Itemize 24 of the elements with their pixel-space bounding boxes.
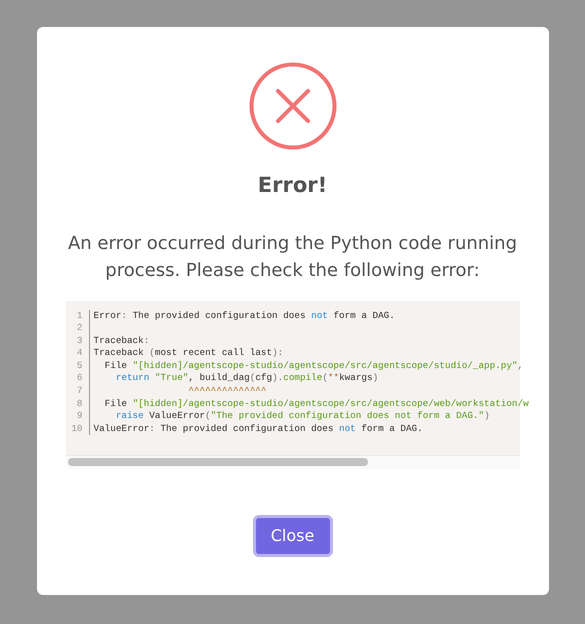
error-icon bbox=[248, 62, 336, 150]
code-line: Error: The provided configuration does not form a DAG. bbox=[92, 310, 395, 322]
dialog-message: An error occurred during the Python code running process. Please check the following error: bbox=[66, 232, 518, 282]
line-number: 7 bbox=[70, 385, 90, 398]
line-number: 8 bbox=[70, 398, 90, 410]
line-number: 6 bbox=[70, 372, 90, 386]
code-line: raise ValueError("The provided configuration does not form a DAG.") bbox=[114, 410, 490, 423]
line-number: 10 bbox=[70, 422, 90, 436]
code-line: Traceback (most recent call last): bbox=[92, 347, 284, 360]
code-line: ^^^^^^^^^^^^^^ bbox=[187, 385, 266, 398]
code-line: ValueError: The provided configuration does not form a DAG. bbox=[92, 422, 423, 436]
line-number: 5 bbox=[70, 360, 90, 372]
code-line: return "True", build_dag(cfg).compile(**kwargs) bbox=[114, 372, 378, 386]
dialog-title: Error! bbox=[258, 172, 328, 199]
code-line: File "[hidden]/agentscope-studio/agentscope/src/agentscope/studio/_app.py", bbox=[104, 360, 524, 372]
line-number: 4 bbox=[70, 347, 90, 360]
line-number: 3 bbox=[70, 334, 90, 348]
scrollbar-thumb[interactable] bbox=[68, 458, 368, 466]
line-number: 1 bbox=[70, 310, 90, 322]
code-line: File "[hidden]/agentscope-studio/agentscope/src/agentscope/web/workstation/w bbox=[104, 398, 529, 410]
close-button[interactable]: Close bbox=[252, 514, 332, 556]
code-line: Traceback: bbox=[92, 334, 150, 348]
line-number: 2 bbox=[70, 322, 90, 335]
line-number: 9 bbox=[70, 410, 90, 423]
